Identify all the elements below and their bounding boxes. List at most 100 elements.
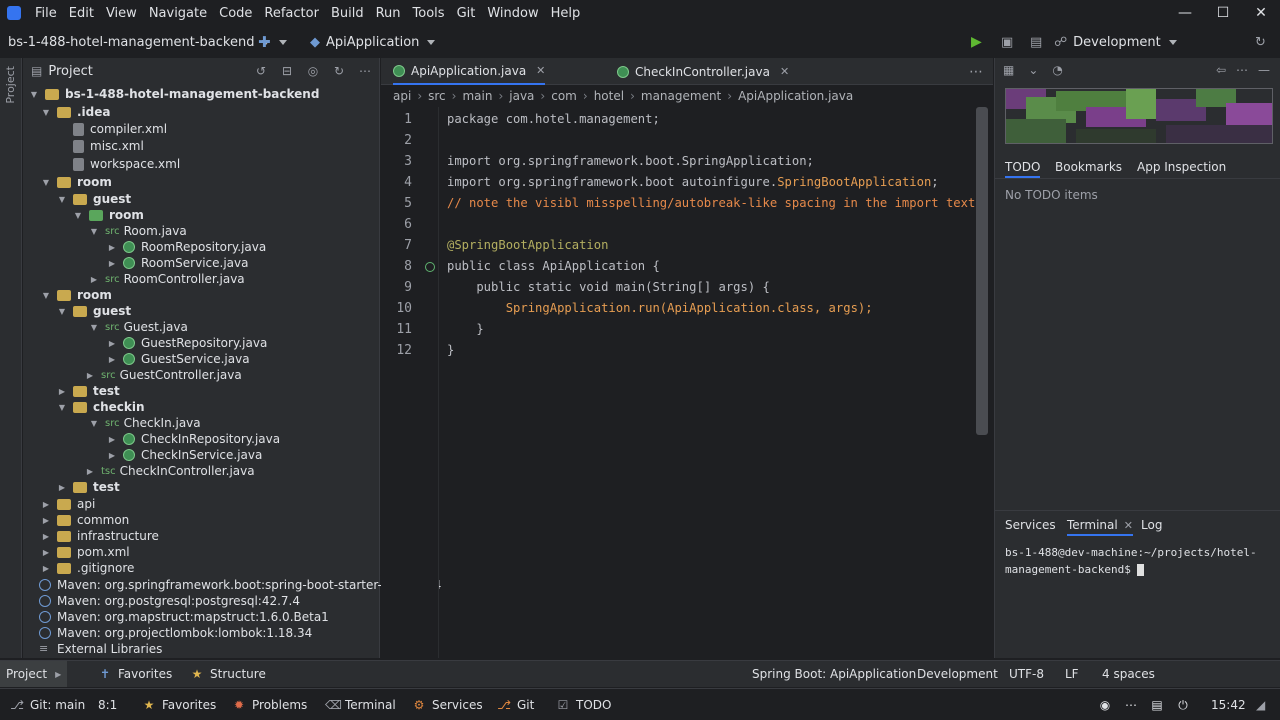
tree-item[interactable]: misc.xml: [73, 138, 144, 154]
tab-todo[interactable]: TODO: [1005, 156, 1041, 178]
minimize-icon[interactable]: —: [1166, 0, 1204, 26]
locate-icon[interactable]: ↺: [253, 63, 269, 79]
tree-item[interactable]: Maven: org.projectlombok:lombok:1.18.34: [39, 625, 312, 641]
tree-item[interactable]: ▼ room: [41, 287, 112, 303]
profile-selector[interactable]: ☍ Development: [1054, 35, 1177, 50]
tree-item[interactable]: Maven: org.mapstruct:mapstruct:1.6.0.Bet…: [39, 609, 329, 625]
tree-item[interactable]: ▶ GuestService.java: [107, 351, 250, 367]
status-todo[interactable]: ☑ TODO: [556, 689, 612, 720]
display-icon[interactable]: ▤: [1150, 698, 1164, 712]
close-window-icon[interactable]: ✕: [1242, 0, 1280, 26]
tree-item[interactable]: ▼ .idea: [41, 104, 111, 120]
breadcrumb-item[interactable]: api: [393, 89, 411, 103]
encoding-status[interactable]: UTF-8: [1009, 661, 1044, 687]
menu-build[interactable]: Build: [325, 6, 370, 21]
status-favorites[interactable]: ★ Favorites: [142, 689, 217, 720]
menu-help[interactable]: Help: [545, 6, 587, 21]
tab-log[interactable]: Log: [1141, 514, 1162, 536]
tree-item[interactable]: ▶ common: [41, 512, 129, 528]
menu-navigate[interactable]: Navigate: [143, 6, 213, 21]
tool-tab-structure[interactable]: ★ Structure: [190, 661, 266, 687]
tab-api-application[interactable]: ApiApplication.java ✕: [393, 58, 546, 85]
spring-bean-gutter-icon[interactable]: [425, 262, 435, 272]
code-editor[interactable]: package com.hotel.management; import org…: [447, 107, 975, 658]
breadcrumb-item[interactable]: hotel: [594, 89, 624, 103]
project-selector[interactable]: bs-1-488-hotel-management-backend: [8, 35, 271, 50]
tree-item[interactable]: ▶ tsc CheckInController.java: [85, 463, 255, 479]
more-options-icon[interactable]: ⋯: [1236, 63, 1248, 77]
layout-options-icon[interactable]: ⇦: [1216, 63, 1226, 77]
tree-item[interactable]: ▼ guest: [57, 191, 131, 207]
settings-button[interactable]: ↻: [1255, 35, 1266, 50]
close-tab-icon[interactable]: ✕: [780, 65, 789, 78]
tree-item[interactable]: ▼ checkin: [57, 399, 145, 415]
tree-item[interactable]: ▶ RoomService.java: [107, 255, 249, 271]
globe-icon[interactable]: ◉: [1098, 698, 1112, 712]
menu-refactor[interactable]: Refactor: [258, 6, 325, 21]
tool-tab-project[interactable]: Project ▶: [0, 661, 68, 687]
tab-app-inspection[interactable]: App Inspection: [1137, 156, 1226, 178]
database-icon[interactable]: ◔: [1052, 63, 1062, 77]
tree-item[interactable]: ▶ pom.xml: [41, 544, 130, 560]
breadcrumb-item[interactable]: main: [462, 89, 492, 103]
target-icon[interactable]: ◎: [305, 63, 321, 79]
tree-item[interactable]: workspace.xml: [73, 156, 180, 172]
status-problems[interactable]: ✹ Problems: [232, 689, 307, 720]
tree-item[interactable]: ▶ test: [57, 479, 120, 495]
breadcrumb-item[interactable]: java: [509, 89, 534, 103]
chevron-down-icon[interactable]: ⌄: [1028, 63, 1038, 77]
collapse-all-icon[interactable]: ⊟: [279, 63, 295, 79]
tree-item[interactable]: ▶ src RoomController.java: [89, 271, 245, 287]
close-tab-icon[interactable]: ✕: [536, 64, 545, 77]
tree-item[interactable]: ▶ CheckInRepository.java: [107, 431, 280, 447]
status-services[interactable]: ⚙ Services: [412, 689, 483, 720]
debug-button[interactable]: ▣: [1001, 35, 1013, 50]
profile-status[interactable]: Development: [917, 661, 998, 687]
tool-tab-favorites[interactable]: ✝ Favorites: [98, 661, 172, 687]
notifications-icon[interactable]: ◢: [1256, 689, 1265, 720]
tab-check-in-controller[interactable]: CheckInController.java ✕: [617, 58, 789, 85]
menu-tools[interactable]: Tools: [407, 6, 451, 21]
stop-button[interactable]: ▤: [1030, 35, 1042, 50]
tree-item[interactable]: ▶ .gitignore: [41, 560, 135, 576]
tree-item[interactable]: Maven: org.postgresql:postgresql:42.7.4: [39, 593, 300, 609]
menu-window[interactable]: Window: [481, 6, 544, 21]
tree-item[interactable]: ▼ guest: [57, 303, 131, 319]
calendar-icon[interactable]: ▦: [1003, 63, 1014, 77]
close-tab-icon[interactable]: ✕: [1124, 519, 1133, 532]
menu-code[interactable]: Code: [213, 6, 258, 21]
editor-scrollbar[interactable]: [976, 107, 988, 435]
tree-item[interactable]: ▼ bs-1-488-hotel-management-backend: [29, 86, 320, 102]
menu-edit[interactable]: Edit: [63, 6, 100, 21]
tab-terminal[interactable]: Terminal ✕: [1067, 514, 1133, 536]
breadcrumb-item[interactable]: management: [641, 89, 721, 103]
minimize-panel-icon[interactable]: —: [1258, 63, 1270, 77]
line-ending-status[interactable]: LF: [1065, 661, 1079, 687]
menu-view[interactable]: View: [100, 6, 143, 21]
status-terminal[interactable]: ⌫ Terminal: [325, 689, 396, 720]
maximize-icon[interactable]: ☐: [1204, 0, 1242, 26]
move-tool-button[interactable]: ✚: [258, 33, 287, 51]
tree-item[interactable]: ▶ src GuestController.java: [85, 367, 242, 383]
indent-status[interactable]: 4 spaces: [1102, 661, 1155, 687]
refresh-icon[interactable]: ↻: [331, 63, 347, 79]
tree-item[interactable]: compiler.xml: [73, 121, 167, 137]
breadcrumb-item[interactable]: ApiApplication.java: [738, 89, 853, 103]
menu-run[interactable]: Run: [370, 6, 407, 21]
run-button[interactable]: ▶: [971, 34, 982, 50]
terminal-output[interactable]: bs-1-488@dev-machine:~/projects/hotel- m…: [1005, 544, 1265, 578]
status-git[interactable]: ⎇ Git: [497, 689, 534, 720]
tree-item[interactable]: ▶ infrastructure: [41, 528, 159, 544]
tree-item[interactable]: ▶ CheckInService.java: [107, 447, 262, 463]
project-stripe-label[interactable]: Project: [4, 66, 17, 104]
tab-bookmarks[interactable]: Bookmarks: [1055, 156, 1122, 178]
tree-item[interactable]: ▼ src Guest.java: [89, 319, 188, 335]
tree-item[interactable]: ▶ test: [57, 383, 120, 399]
tree-item[interactable]: ▶ GuestRepository.java: [107, 335, 267, 351]
tab-services[interactable]: Services: [1005, 514, 1056, 536]
menu-git[interactable]: Git: [451, 6, 482, 21]
caret-position[interactable]: 8:1: [98, 689, 117, 720]
tree-item[interactable]: ▶ RoomRepository.java: [107, 239, 266, 255]
spring-boot-status[interactable]: Spring Boot: ApiApplication: [752, 661, 916, 687]
tree-item[interactable]: ▼ room: [73, 207, 144, 223]
